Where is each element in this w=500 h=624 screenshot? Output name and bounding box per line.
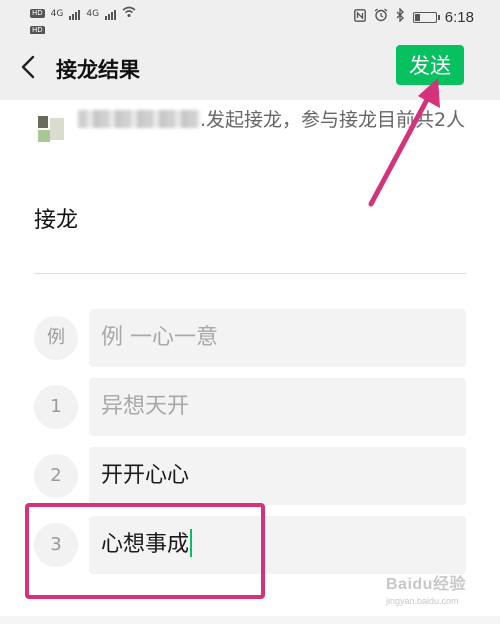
bluetooth-icon [396,7,405,26]
nfc-icon [353,8,366,26]
bottom-bar [0,616,500,624]
page-title: 接龙结果 [56,58,140,82]
entry-input-example[interactable]: 例 一心一意 [89,309,466,367]
entry-input-2[interactable]: 开开心心 [89,447,466,505]
system-status: 6:18 [353,7,474,26]
chain-topic[interactable]: 接龙 [34,202,78,234]
battery-level [414,13,420,21]
entry-row-1: 1 异想天开 [34,378,466,436]
battery-icon [412,11,440,23]
highlight-box [25,503,265,599]
send-button[interactable]: 发送 [396,45,464,85]
clock: 6:18 [444,8,474,26]
entry-row-example: 例 例 一心一意 [34,309,466,367]
hd-badge: HD [30,9,45,18]
status-bar: HD 4G 4G HD 6:18 [0,0,500,35]
network-status: HD 4G 4G [30,6,136,21]
alarm-icon [374,8,388,26]
avatar [34,112,68,146]
entry-index: 1 [34,385,78,429]
entry-index: 例 [34,316,78,360]
divider [34,273,466,274]
intro-description: .发起接龙，参与接龙目前共2人 [200,109,466,131]
nav-header: 接龙结果 发送 [0,34,500,100]
entry-index: 2 [34,454,78,498]
watermark: Baidu经验 jingyan.baidu.com [386,570,486,616]
entry-input-1[interactable]: 异想天开 [89,378,466,436]
watermark-url: jingyan.baidu.com [386,596,459,606]
wifi-icon [122,6,136,21]
back-arrow-icon[interactable] [18,54,38,80]
network-4g-label: 4G [50,8,64,19]
watermark-logo: Baidu经验 [386,576,466,593]
entry-row-2: 2 开开心心 [34,447,466,505]
blurred-user-name [78,110,200,128]
signal-icon [69,8,81,20]
intro-text: .发起接龙，参与接龙目前共2人 [78,108,478,133]
network-4g-label-2: 4G [86,8,100,19]
signal-icon-2 [105,8,117,20]
